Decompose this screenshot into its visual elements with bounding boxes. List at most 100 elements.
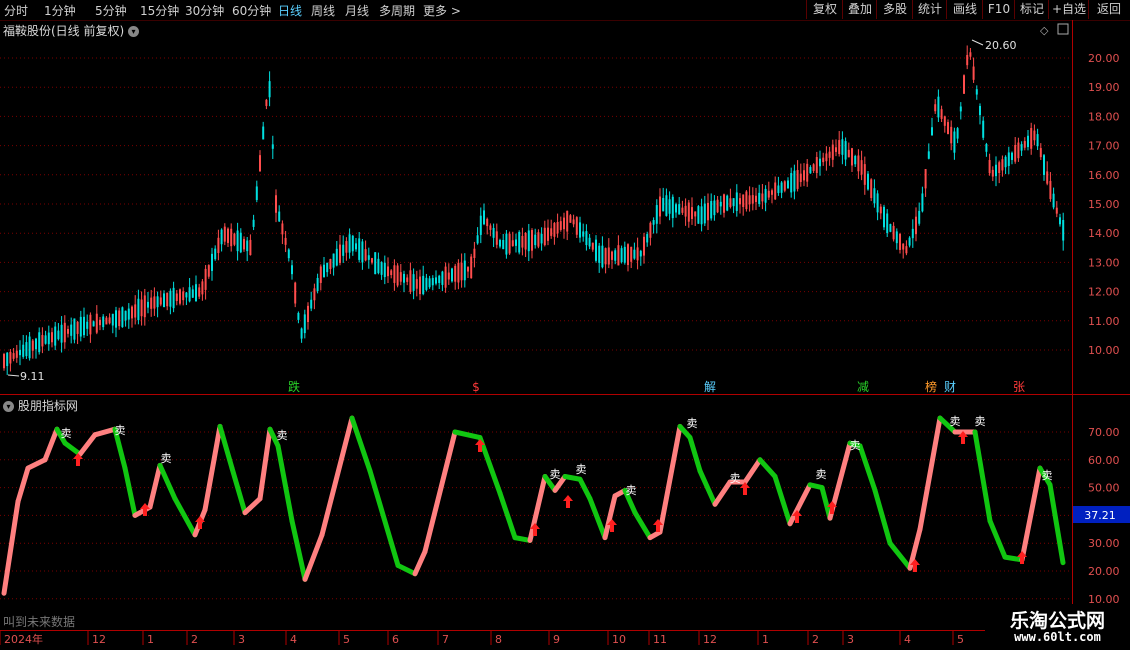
high-price-label: 20.60 bbox=[985, 39, 1017, 52]
candle-body bbox=[163, 293, 165, 308]
candle-body bbox=[691, 207, 693, 219]
time-axis-label: 9 bbox=[553, 633, 560, 646]
price-tick-label: 14.00 bbox=[1088, 227, 1120, 240]
indicator-fall-segment bbox=[1047, 482, 1066, 566]
indicator-rise-segment bbox=[422, 429, 458, 555]
candle-body bbox=[643, 236, 645, 256]
panel-toggle-icon[interactable] bbox=[1057, 23, 1069, 35]
candle-body bbox=[489, 225, 492, 230]
candle-body bbox=[940, 109, 943, 119]
indicator-rise-segment bbox=[712, 479, 733, 507]
candle-body bbox=[115, 310, 117, 328]
candle-body bbox=[67, 328, 69, 334]
candle-body bbox=[921, 193, 924, 212]
candle-body bbox=[239, 232, 242, 253]
candle-body bbox=[262, 126, 265, 140]
candle-body bbox=[1033, 130, 1036, 141]
candle-body bbox=[780, 182, 783, 193]
time-axis-label: 2 bbox=[191, 633, 198, 646]
candle-body bbox=[1011, 152, 1013, 160]
candle-body bbox=[924, 169, 927, 189]
candle-body bbox=[169, 290, 172, 307]
candle-body bbox=[467, 267, 469, 272]
price-tick-label: 11.00 bbox=[1088, 315, 1120, 328]
candle-body bbox=[515, 239, 517, 246]
candle-body bbox=[1043, 155, 1045, 175]
candle-body bbox=[428, 278, 431, 288]
candle-body bbox=[601, 245, 604, 268]
candle-body bbox=[982, 120, 985, 138]
indicator-fall-segment bbox=[395, 562, 418, 577]
event-marker[interactable]: 跌 bbox=[288, 379, 300, 394]
candle-body bbox=[233, 233, 236, 245]
price-tick-label: 13.00 bbox=[1088, 256, 1120, 269]
candle-body bbox=[620, 248, 623, 262]
indicator-fall-segment bbox=[477, 435, 503, 496]
candle-body bbox=[636, 247, 639, 261]
event-marker[interactable]: 张 bbox=[1013, 380, 1025, 394]
candle-body bbox=[681, 207, 684, 213]
candle-body bbox=[790, 173, 793, 193]
candle-body bbox=[876, 193, 879, 213]
candle-body bbox=[198, 287, 201, 297]
event-marker[interactable]: 财 bbox=[944, 380, 956, 394]
candle-body bbox=[287, 249, 290, 259]
candle-body bbox=[854, 155, 857, 165]
price-tick-label: 20.00 bbox=[1088, 52, 1120, 65]
candle-body bbox=[1014, 145, 1017, 162]
candle-body bbox=[595, 239, 597, 261]
candle-body bbox=[953, 131, 956, 153]
candle-body bbox=[604, 248, 607, 265]
event-marker[interactable]: 减 bbox=[857, 380, 869, 394]
candle-body bbox=[31, 340, 34, 351]
candle-body bbox=[844, 141, 847, 160]
candle-body bbox=[1017, 142, 1020, 159]
candle-body bbox=[54, 326, 57, 346]
candle-body bbox=[969, 52, 972, 57]
candle-body bbox=[214, 248, 217, 260]
indicator-tick-label: 60.00 bbox=[1088, 454, 1120, 467]
candle-body bbox=[281, 223, 284, 235]
candle-body bbox=[166, 292, 169, 307]
candle-body bbox=[550, 228, 553, 236]
candle-body bbox=[614, 250, 617, 261]
sell-signal-label: 卖 bbox=[687, 417, 698, 430]
candle-body bbox=[531, 230, 533, 251]
watermark-logo: 乐淘公式网 www.60lt.com bbox=[985, 604, 1130, 650]
candle-body bbox=[831, 144, 834, 160]
candle-body bbox=[316, 277, 319, 292]
candle-body bbox=[537, 232, 540, 247]
time-axis-label: 11 bbox=[653, 633, 667, 646]
indicator-fall-segment bbox=[275, 443, 295, 524]
candle-body bbox=[57, 330, 60, 340]
candle-body bbox=[175, 293, 178, 302]
candle-body bbox=[678, 204, 681, 215]
candle-body bbox=[51, 332, 53, 343]
candle-body bbox=[777, 185, 780, 194]
candle-body bbox=[905, 246, 908, 254]
candle-body bbox=[543, 227, 546, 246]
candle-body bbox=[735, 192, 738, 211]
diamond-icon[interactable]: ◇ bbox=[1040, 24, 1049, 37]
candle-body bbox=[95, 313, 98, 333]
event-marker[interactable]: $ bbox=[472, 380, 480, 394]
candle-body bbox=[803, 170, 805, 181]
candle-body bbox=[297, 312, 300, 320]
candle-body bbox=[723, 194, 725, 213]
low-price-label: 9.11 bbox=[20, 370, 45, 383]
low-pointer-line bbox=[7, 374, 20, 377]
candle-body bbox=[822, 157, 825, 163]
candle-body bbox=[303, 314, 306, 334]
candle-body bbox=[1055, 207, 1058, 214]
event-marker[interactable]: 解 bbox=[704, 380, 716, 394]
high-pointer-line bbox=[971, 39, 984, 46]
candle-body bbox=[492, 227, 495, 238]
candle-body bbox=[227, 228, 229, 243]
candle-body bbox=[108, 317, 111, 324]
candle-body bbox=[812, 164, 815, 171]
indicator-fall-segment bbox=[452, 429, 483, 441]
event-marker[interactable]: 榜 bbox=[925, 379, 937, 394]
candle-body bbox=[1049, 180, 1052, 200]
candle-body bbox=[902, 243, 905, 250]
candle-body bbox=[121, 307, 124, 328]
